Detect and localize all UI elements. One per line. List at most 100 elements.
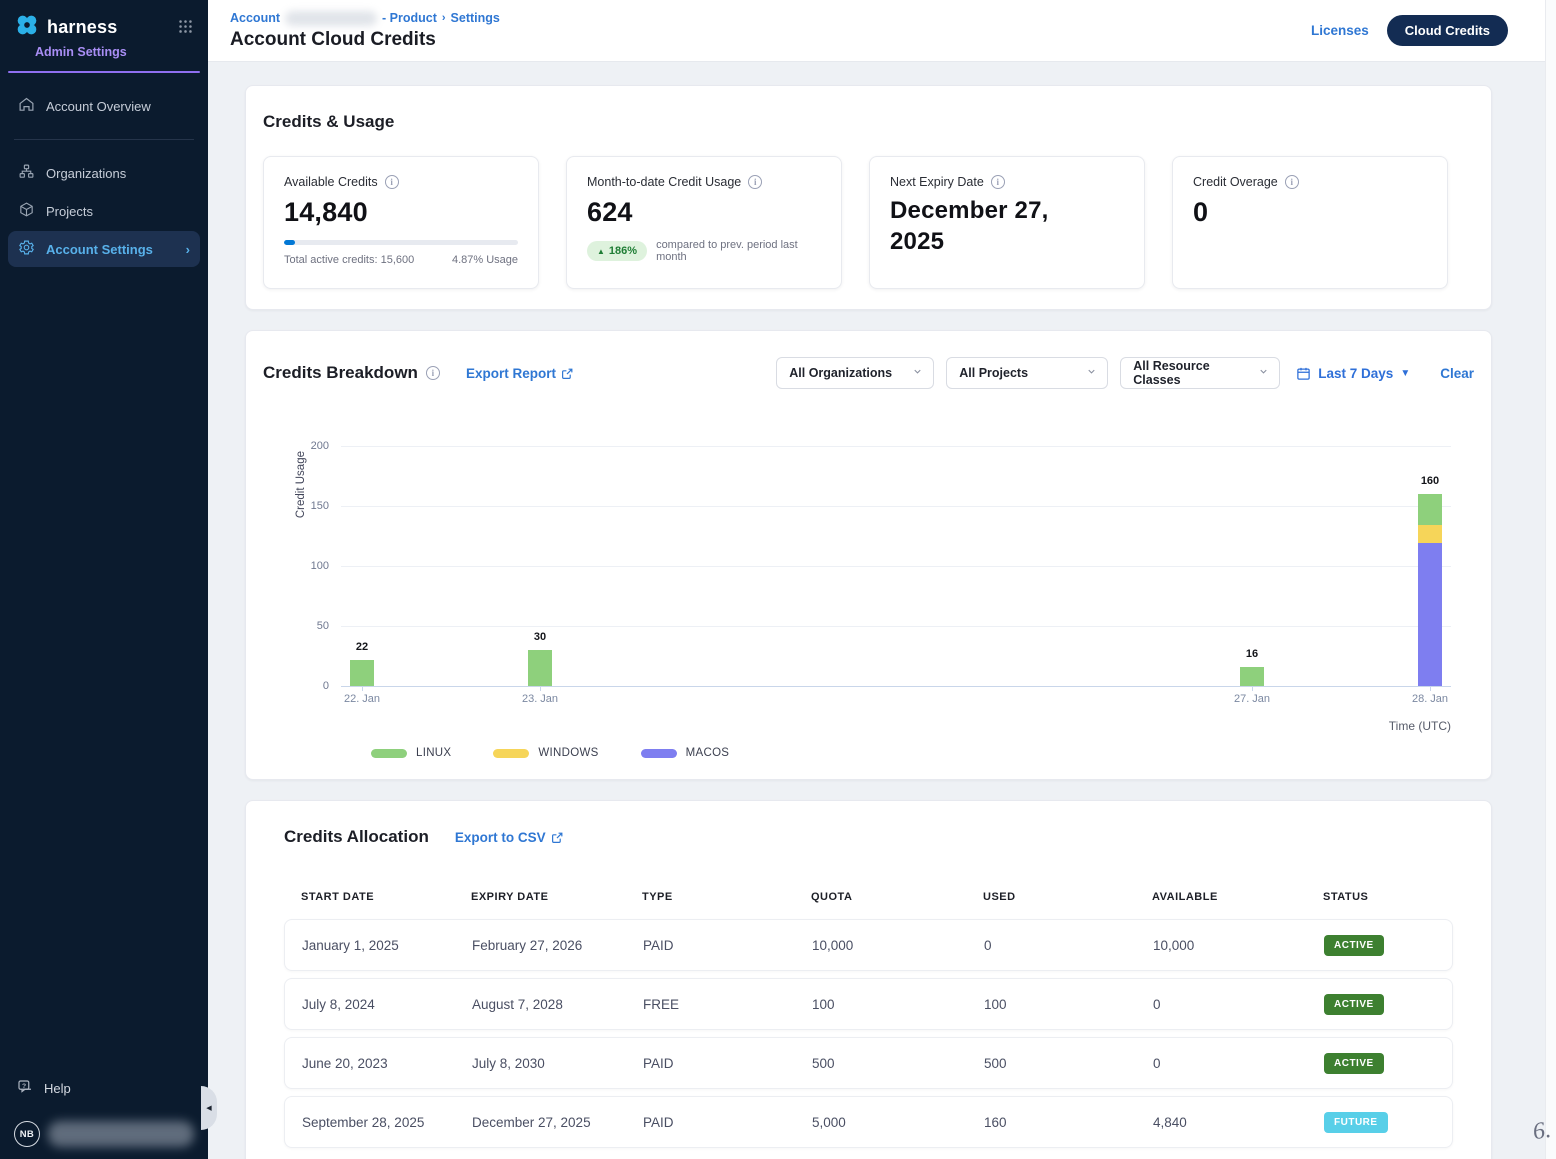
collapse-arrow-icon: ◀ (206, 1104, 211, 1112)
svg-text:?: ? (22, 1083, 26, 1090)
projects-filter[interactable]: All Projects (946, 357, 1108, 389)
chevron-down-icon (912, 366, 923, 380)
gridline (341, 626, 1451, 627)
table-row[interactable]: June 20, 2023 July 8, 2030 PAID 500 500 … (284, 1037, 1453, 1089)
page-title: Account Cloud Credits (230, 29, 500, 51)
page-header: Account - Product › Settings Account Clo… (208, 0, 1556, 62)
credits-breakdown-panel: Credits Breakdown i Export Report All Or… (245, 330, 1492, 780)
table-row[interactable]: September 28, 2025 December 27, 2025 PAI… (284, 1096, 1453, 1148)
status-badge: ACTIVE (1324, 1053, 1384, 1074)
export-report-link[interactable]: Export Report (466, 366, 574, 381)
credits-chart: Credit Usage 05010015020022301616022. Ja… (341, 447, 1451, 759)
linux-swatch (371, 749, 407, 758)
info-icon[interactable]: i (426, 366, 440, 380)
help-label: Help (44, 1081, 71, 1096)
credits-breakdown-title: Credits Breakdown (263, 363, 418, 383)
redacted-user-name (48, 1121, 194, 1147)
stray-annotation: 6. (1531, 1117, 1553, 1146)
y-tick-label: 150 (311, 500, 329, 512)
available-credits-card: Available Credits i 14,840 Total active … (263, 156, 539, 289)
sidebar-nav: Account Overview Organizations Projects … (0, 87, 208, 268)
x-tick-label: 22. Jan (332, 693, 392, 705)
credits-usage-panel: Credits & Usage Available Credits i 14,8… (245, 85, 1492, 310)
y-tick-label: 200 (311, 440, 329, 452)
delta-badge: ▲186% (587, 241, 647, 261)
gridline (341, 446, 1451, 447)
caret-down-icon: ▼ (1400, 368, 1410, 379)
sidebar-item-account-settings[interactable]: Account Settings › (8, 231, 200, 267)
credits-usage-title: Credits & Usage (263, 112, 1474, 132)
legend-item-windows[interactable]: WINDOWS (493, 747, 598, 759)
legend-item-macos[interactable]: MACOS (641, 747, 730, 759)
help-button[interactable]: ? Help (14, 1070, 194, 1107)
info-icon[interactable]: i (1285, 175, 1299, 189)
y-axis-title: Credit Usage (295, 451, 307, 518)
stat-label: Available Credits (284, 175, 378, 189)
col-status: STATUS (1323, 891, 1453, 903)
chart-bar[interactable] (1418, 494, 1442, 686)
y-tick-label: 0 (323, 680, 329, 692)
available-credits-value: 14,840 (284, 197, 518, 228)
user-row[interactable]: NB (14, 1107, 194, 1149)
chart-plot: Credit Usage 05010015020022301616022. Ja… (341, 447, 1451, 687)
chevron-down-icon (1258, 366, 1269, 380)
sidebar-item-label: Organizations (46, 166, 126, 181)
mtd-usage-value: 624 (587, 197, 821, 228)
date-range-filter[interactable]: Last 7 Days ▼ (1296, 366, 1410, 381)
arrow-up-icon: ▲ (597, 247, 605, 256)
chart-bar[interactable] (528, 650, 552, 686)
info-icon[interactable]: i (385, 175, 399, 189)
cloud-credits-button[interactable]: Cloud Credits (1387, 15, 1508, 46)
bar-segment-linux (350, 660, 374, 686)
sidebar-item-label: Account Settings (46, 242, 153, 257)
table-row[interactable]: January 1, 2025 February 27, 2026 PAID 1… (284, 919, 1453, 971)
col-type: TYPE (642, 891, 811, 903)
credits-allocation-title: Credits Allocation (284, 827, 429, 847)
info-icon[interactable]: i (991, 175, 1005, 189)
breadcrumb-product[interactable]: - Product (382, 11, 437, 25)
external-link-icon (561, 367, 574, 380)
x-tick-label: 27. Jan (1222, 693, 1282, 705)
y-tick-label: 100 (311, 560, 329, 572)
export-csv-link[interactable]: Export to CSV (455, 830, 564, 845)
col-quota: QUOTA (811, 891, 983, 903)
next-expiry-card: Next Expiry Date i December 27, 2025 (869, 156, 1145, 289)
chart-legend: LINUX WINDOWS MACOS (371, 747, 1451, 759)
chart-bar[interactable] (1240, 667, 1264, 686)
bar-segment-linux (528, 650, 552, 686)
stat-label: Next Expiry Date (890, 175, 984, 189)
avatar[interactable]: NB (14, 1121, 40, 1147)
legend-item-linux[interactable]: LINUX (371, 747, 451, 759)
credits-progress-bar (284, 240, 518, 245)
apps-grid-icon[interactable] (177, 18, 194, 40)
breadcrumb-separator: › (442, 12, 446, 24)
stat-cards-row: Available Credits i 14,840 Total active … (263, 156, 1474, 289)
windows-swatch (493, 749, 529, 758)
y-tick-label: 50 (317, 620, 329, 632)
table-row[interactable]: July 8, 2024 August 7, 2028 FREE 100 100… (284, 978, 1453, 1030)
breadcrumb-settings[interactable]: Settings (451, 11, 500, 25)
bar-value-label: 22 (340, 641, 384, 653)
clear-filters-link[interactable]: Clear (1440, 366, 1474, 381)
sidebar-item-account-overview[interactable]: Account Overview (8, 88, 200, 124)
sidebar-item-label: Account Overview (46, 99, 151, 114)
home-icon (18, 96, 35, 116)
sidebar-item-projects[interactable]: Projects (8, 193, 200, 229)
info-icon[interactable]: i (748, 175, 762, 189)
chart-bar[interactable] (350, 660, 374, 686)
licenses-link[interactable]: Licenses (1311, 23, 1369, 38)
col-available: AVAILABLE (1152, 891, 1323, 903)
stat-label: Month-to-date Credit Usage (587, 175, 741, 189)
organizations-filter[interactable]: All Organizations (776, 357, 934, 389)
breadcrumb[interactable]: Account - Product › Settings (230, 11, 500, 26)
status-badge: FUTURE (1324, 1112, 1388, 1133)
col-start-date: START DATE (301, 891, 471, 903)
breadcrumb-account[interactable]: Account (230, 11, 280, 25)
gridline (341, 506, 1451, 507)
sidebar-item-organizations[interactable]: Organizations (8, 155, 200, 191)
mtd-usage-card: Month-to-date Credit Usage i 624 ▲186% c… (566, 156, 842, 289)
scrollbar-track[interactable] (1545, 0, 1556, 1159)
resource-classes-filter[interactable]: All Resource Classes (1120, 357, 1280, 389)
help-icon: ? (16, 1078, 34, 1099)
bar-segment-linux (1418, 494, 1442, 525)
